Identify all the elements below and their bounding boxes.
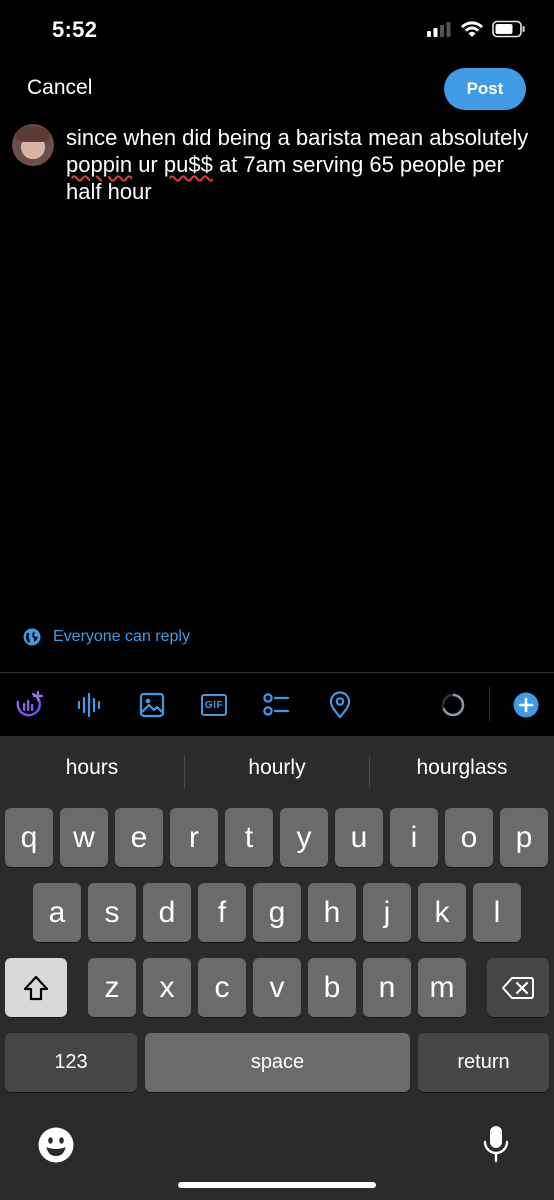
key-x[interactable]: x [143, 958, 191, 1017]
wifi-icon [461, 21, 483, 37]
key-r[interactable]: r [170, 808, 218, 867]
key-u[interactable]: u [335, 808, 383, 867]
poll-button[interactable] [261, 690, 291, 720]
numbers-key[interactable]: 123 [5, 1033, 137, 1092]
suggestion-bar: hours hourly hourglass [0, 736, 554, 806]
compose-toolbar: GIF [0, 673, 554, 736]
key-k[interactable]: k [418, 883, 466, 942]
character-count-indicator [438, 690, 468, 720]
key-e[interactable]: e [115, 808, 163, 867]
cellular-signal-icon [427, 22, 451, 37]
key-b[interactable]: b [308, 958, 356, 1017]
reply-setting-label: Everyone can reply [53, 628, 190, 645]
status-time: 5:52 [52, 17, 98, 42]
key-h[interactable]: h [308, 883, 356, 942]
compose-text-part: since when did being a barista mean abso… [66, 125, 529, 150]
key-c[interactable]: c [198, 958, 246, 1017]
keyboard: hours hourly hourglass q w e r t y u i o… [0, 736, 554, 1200]
compose-text-part: ur [132, 152, 164, 177]
suggestion-item[interactable]: hours [0, 756, 184, 780]
key-p[interactable]: p [500, 808, 548, 867]
key-d[interactable]: d [143, 883, 191, 942]
status-bar: 5:52 [0, 0, 554, 60]
key-f[interactable]: f [198, 883, 246, 942]
return-key[interactable]: return [418, 1033, 549, 1092]
key-z[interactable]: z [88, 958, 136, 1017]
media-button[interactable] [137, 690, 167, 720]
key-s[interactable]: s [88, 883, 136, 942]
plus-circle-icon [513, 692, 539, 718]
shift-key[interactable] [5, 958, 67, 1017]
misspelled-word[interactable]: poppin [66, 152, 132, 177]
key-o[interactable]: o [445, 808, 493, 867]
avatar-hair [16, 126, 50, 142]
key-j[interactable]: j [363, 883, 411, 942]
backspace-icon [502, 976, 534, 999]
battery-icon [492, 20, 525, 38]
key-n[interactable]: n [363, 958, 411, 1017]
avatar[interactable] [12, 124, 54, 166]
key-i[interactable]: i [390, 808, 438, 867]
key-t[interactable]: t [225, 808, 273, 867]
spaces-mic-plus-icon [16, 690, 44, 717]
key-w[interactable]: w [60, 808, 108, 867]
suggestion-item[interactable]: hourglass [370, 756, 554, 780]
gif-icon: GIF [201, 694, 227, 716]
status-icons [426, 20, 526, 38]
globe-icon [23, 628, 41, 646]
suggestion-item[interactable]: hourly [185, 756, 369, 780]
emoji-button[interactable] [37, 1126, 75, 1169]
image-icon [139, 692, 165, 718]
dictation-button[interactable] [480, 1124, 512, 1169]
microphone-icon [483, 1126, 509, 1163]
location-pin-icon [329, 691, 351, 719]
misspelled-word[interactable]: pu$$ [164, 152, 213, 177]
space-key[interactable]: space [145, 1033, 410, 1092]
post-button[interactable]: Post [444, 68, 526, 110]
key-y[interactable]: y [280, 808, 328, 867]
cancel-button[interactable]: Cancel [27, 76, 92, 100]
voice-space-button[interactable] [14, 690, 44, 720]
key-v[interactable]: v [253, 958, 301, 1017]
reply-setting-button[interactable]: Everyone can reply [23, 628, 190, 646]
gif-label: GIF [204, 699, 224, 711]
location-button[interactable] [325, 690, 355, 720]
progress-ring-icon [441, 693, 465, 717]
emoji-face-icon [38, 1127, 74, 1163]
toolbar-divider [489, 687, 490, 721]
shift-arrow-icon [23, 975, 49, 1000]
delete-key[interactable] [487, 958, 549, 1017]
key-m[interactable]: m [418, 958, 466, 1017]
poll-list-icon [263, 693, 290, 716]
home-indicator[interactable] [178, 1182, 376, 1188]
audio-button[interactable] [75, 690, 105, 720]
waveform-icon [77, 692, 101, 718]
compose-header: Cancel Post [0, 60, 554, 118]
add-post-button[interactable] [511, 690, 541, 720]
key-a[interactable]: a [33, 883, 81, 942]
key-q[interactable]: q [5, 808, 53, 867]
key-g[interactable]: g [253, 883, 301, 942]
gif-button[interactable]: GIF [199, 690, 229, 720]
key-l[interactable]: l [473, 883, 521, 942]
compose-textarea[interactable]: since when did being a barista mean abso… [66, 124, 536, 205]
